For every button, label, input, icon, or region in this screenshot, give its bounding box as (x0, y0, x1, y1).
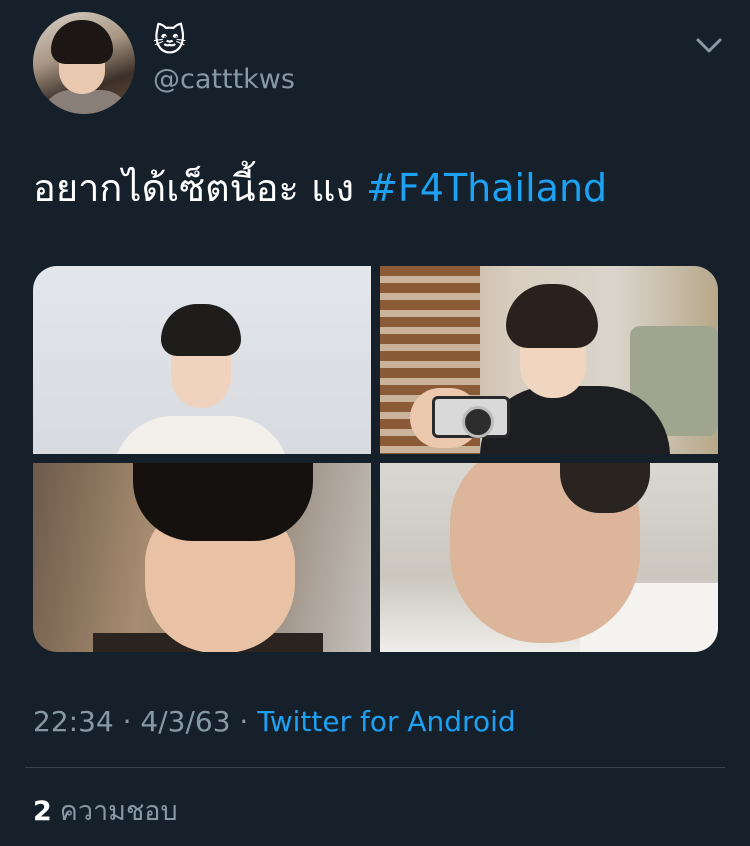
tweet-timestamp: 22:34 · 4/3/63 · Twitter for Android (33, 702, 516, 742)
chevron-down-icon[interactable] (694, 34, 724, 58)
media-photo-2[interactable] (380, 266, 718, 454)
media-photo-3[interactable] (33, 463, 371, 652)
media-grid (33, 266, 718, 652)
tweet-source-link[interactable]: Twitter for Android (257, 705, 515, 738)
author-handle[interactable]: @catttkws (153, 62, 295, 98)
tweet-text: อยากได้เซ็ตนี้อะ แง #F4Thailand (33, 160, 607, 216)
likes-stat[interactable]: 2 ความชอบ (33, 792, 178, 832)
photo-figure-hair (161, 304, 241, 356)
media-photo-1[interactable] (33, 266, 371, 454)
likes-count: 2 (33, 796, 52, 827)
photo-figure-suit (113, 416, 289, 454)
likes-label: ความชอบ (59, 796, 178, 827)
photo-figure-hair (133, 463, 313, 541)
hashtag-link[interactable]: #F4Thailand (366, 166, 607, 210)
author-display-name[interactable]: 🐱 (153, 20, 186, 60)
meta-separator: · (230, 705, 258, 738)
meta-separator: · (113, 705, 141, 738)
photo-camera-lens (462, 406, 494, 438)
avatar-hair (51, 20, 113, 64)
photo-figure-hair (506, 284, 598, 348)
tweet-date[interactable]: 4/3/63 (140, 705, 230, 738)
tweet-body: อยากได้เซ็ตนี้อะ แง (33, 166, 367, 210)
tweet-card[interactable]: 🐱 @catttkws อยากได้เซ็ตนี้อะ แง #F4Thail… (0, 0, 750, 846)
divider (25, 767, 725, 768)
tweet-time[interactable]: 22:34 (33, 705, 114, 738)
media-photo-4[interactable] (380, 463, 718, 652)
avatar[interactable] (33, 12, 135, 114)
